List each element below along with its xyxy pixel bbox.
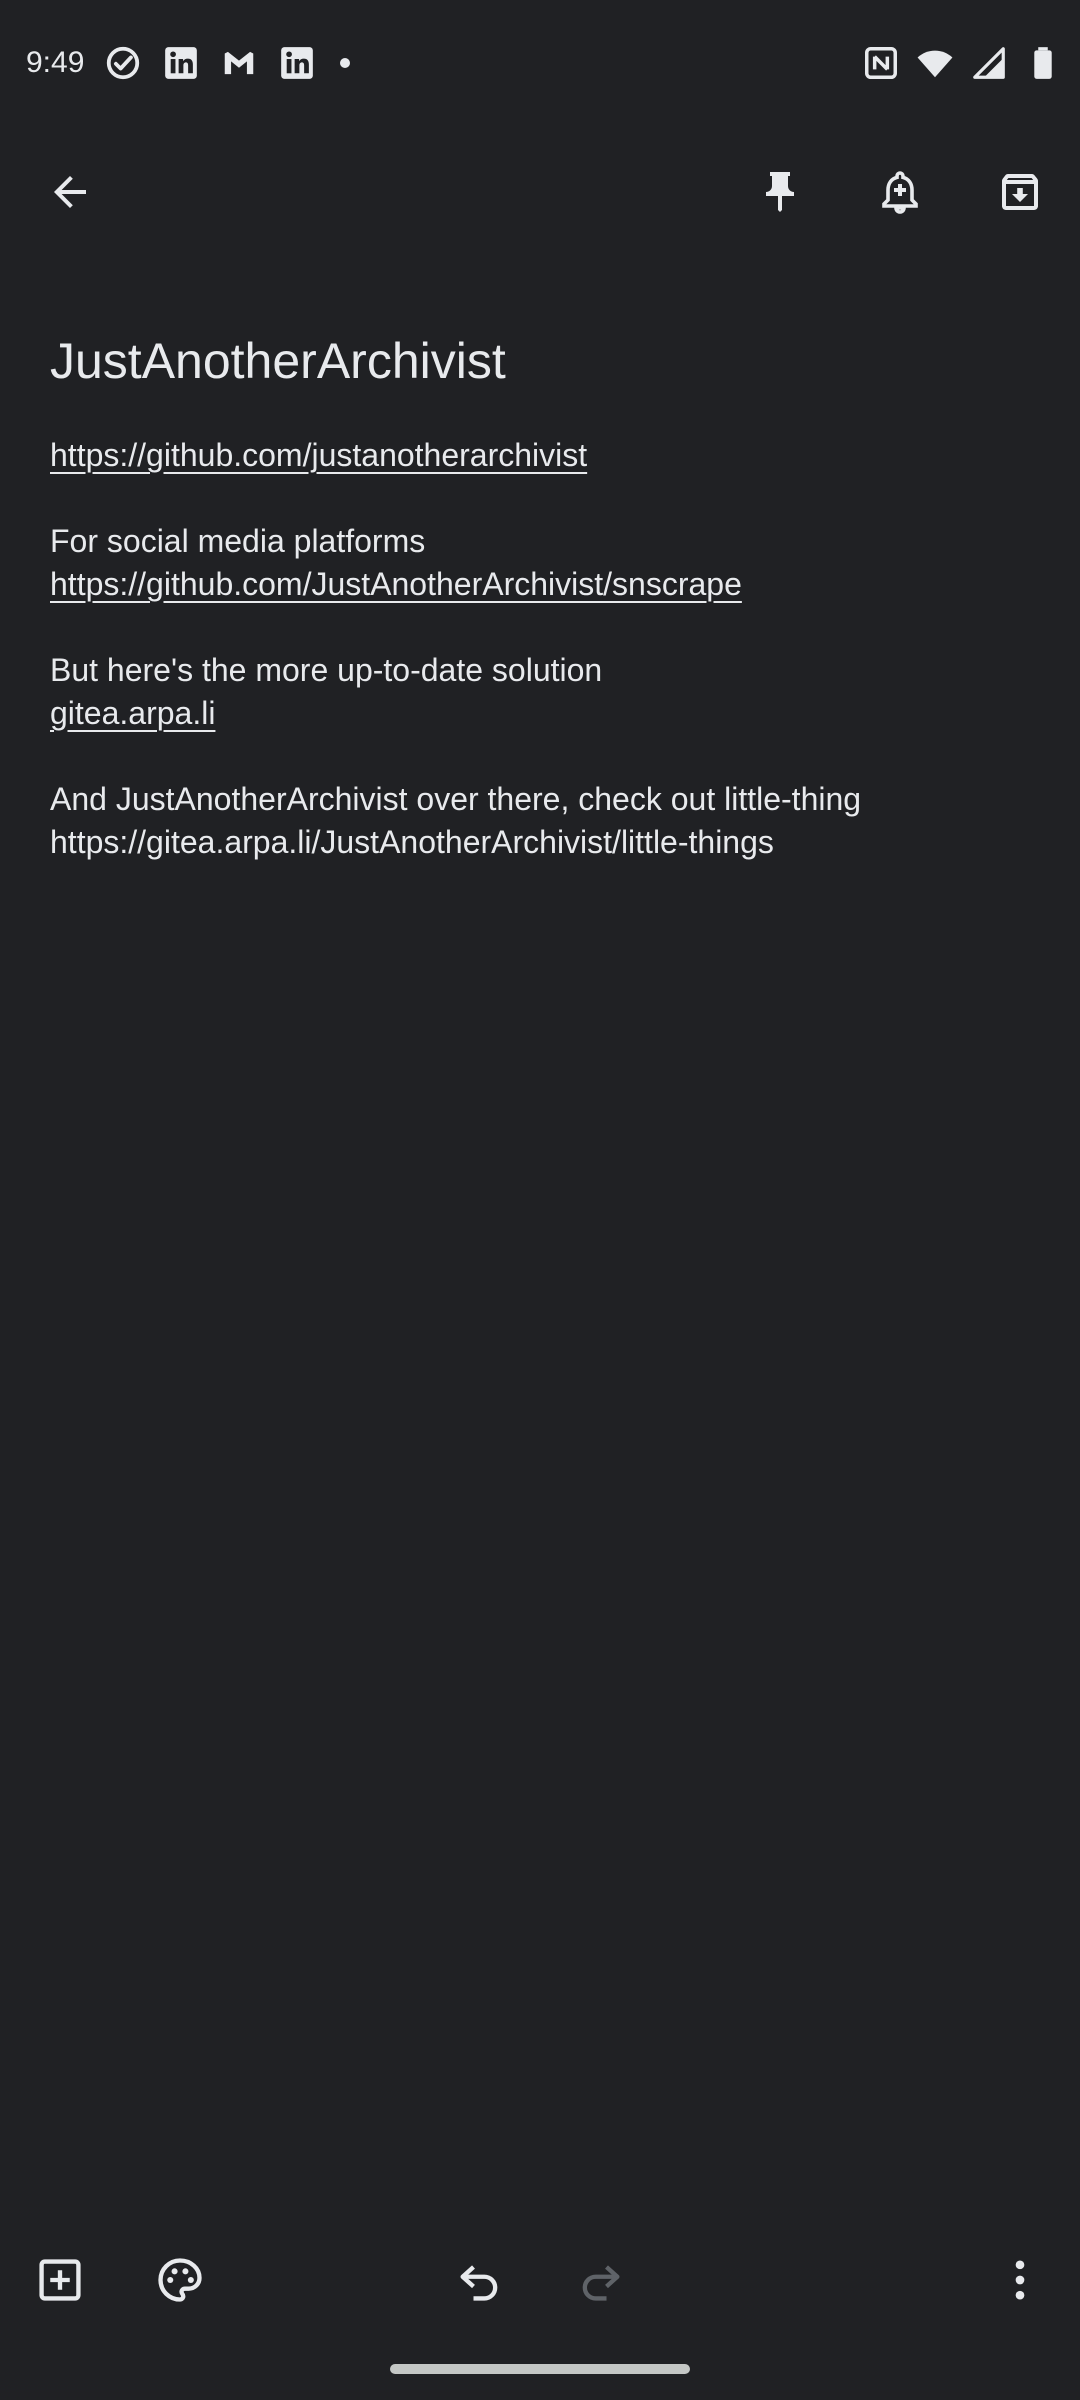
note-paragraph: But here's the more up-to-date solution … bbox=[50, 649, 1040, 735]
archive-button[interactable] bbox=[984, 156, 1056, 228]
note-text-line: And JustAnotherArchivist over there, che… bbox=[50, 781, 862, 817]
note-text-line: For social media platforms bbox=[50, 523, 426, 559]
note-paragraph: https://github.com/justanotherarchivist bbox=[50, 434, 1040, 477]
dot-icon bbox=[340, 58, 350, 68]
note-title[interactable]: JustAnotherArchivist bbox=[50, 326, 1040, 396]
notification-icons bbox=[104, 44, 350, 82]
redo-button[interactable] bbox=[564, 2244, 636, 2316]
status-bar: 9:49 bbox=[0, 0, 1080, 130]
note-text-line: But here's the more up-to-date solution bbox=[50, 652, 603, 688]
note-paragraph: And JustAnotherArchivist over there, che… bbox=[50, 778, 1040, 864]
note-editor-screen: 9:49 JustAnotherArchivist https://github… bbox=[0, 0, 1080, 2400]
archive-icon bbox=[1002, 174, 1038, 210]
linkedin-icon bbox=[162, 44, 200, 82]
wifi-icon bbox=[916, 44, 954, 82]
pin-button[interactable] bbox=[744, 156, 816, 228]
back-button[interactable] bbox=[34, 156, 106, 228]
status-time: 9:49 bbox=[26, 46, 85, 79]
add-box-icon bbox=[39, 2259, 81, 2301]
top-app-bar bbox=[0, 140, 1080, 244]
signal-icon bbox=[970, 44, 1008, 82]
note-text-line: https://gitea.arpa.li/JustAnotherArchivi… bbox=[50, 824, 774, 860]
more-options-button[interactable] bbox=[984, 2244, 1056, 2316]
reminder-button[interactable] bbox=[864, 156, 936, 228]
note-body[interactable]: https://github.com/justanotherarchivist … bbox=[50, 434, 1040, 864]
pin-icon bbox=[766, 172, 794, 212]
undo-button[interactable] bbox=[444, 2244, 516, 2316]
undo-icon bbox=[460, 2265, 498, 2301]
add-content-button[interactable] bbox=[24, 2244, 96, 2316]
palette-icon bbox=[158, 2258, 202, 2302]
more-vert-icon bbox=[1015, 2260, 1025, 2300]
nfc-icon bbox=[862, 44, 900, 82]
linkedin-icon bbox=[278, 44, 316, 82]
check-circle-icon bbox=[104, 44, 142, 82]
gesture-nav-handle[interactable] bbox=[390, 2364, 690, 2374]
redo-icon bbox=[582, 2265, 620, 2301]
system-icons bbox=[862, 44, 1062, 82]
note-link[interactable]: https://github.com/JustAnotherArchivist/… bbox=[50, 563, 1040, 606]
note-content: JustAnotherArchivist https://github.com/… bbox=[50, 326, 1040, 907]
gmail-icon bbox=[220, 44, 258, 82]
note-paragraph: For social media platforms https://githu… bbox=[50, 520, 1040, 606]
bottom-toolbar bbox=[0, 2238, 1080, 2322]
battery-icon bbox=[1024, 44, 1062, 82]
note-link[interactable]: https://github.com/justanotherarchivist bbox=[50, 434, 1040, 477]
background-options-button[interactable] bbox=[144, 2244, 216, 2316]
note-link[interactable]: gitea.arpa.li bbox=[50, 692, 1040, 735]
arrow-back-icon bbox=[54, 176, 86, 208]
add-alert-icon bbox=[882, 171, 918, 214]
